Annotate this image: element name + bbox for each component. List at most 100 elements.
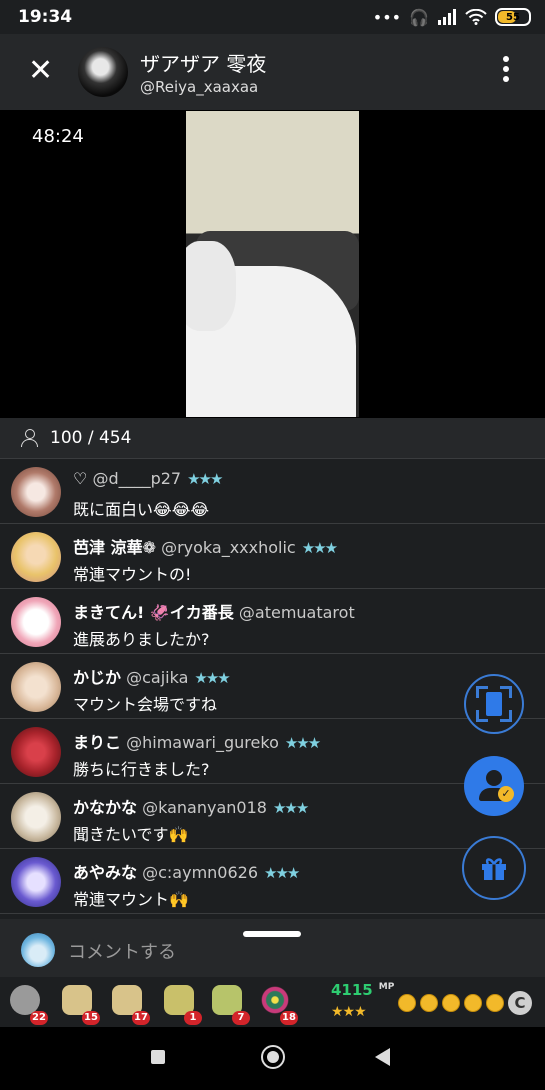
c-button[interactable]: C: [508, 991, 532, 1015]
more-vert-icon[interactable]: [501, 56, 511, 88]
commenter-handle: @d____p27: [92, 469, 182, 488]
comment-item: まりこ @himawari_gureko ★★★ 勝ちに行きました?: [0, 719, 545, 784]
coin-icon: [486, 994, 504, 1012]
gift-item[interactable]: 1: [162, 983, 202, 1025]
more-dots-icon: •••: [372, 7, 402, 27]
viewer-count: 100 / 454: [50, 428, 132, 448]
gift-count-badge: 7: [232, 1011, 250, 1025]
comment-input[interactable]: コメントする: [68, 938, 176, 964]
gift-item[interactable]: 17: [110, 983, 150, 1025]
comment-text: 聞きたいです🙌: [73, 825, 189, 844]
back-icon[interactable]: [375, 1048, 390, 1066]
commenter-avatar[interactable]: [11, 857, 61, 907]
coin-icon: [442, 994, 460, 1012]
commenter-avatar[interactable]: [11, 727, 61, 777]
commenter-handle: @ryoka_xxxholic: [161, 538, 296, 557]
coin-icon: [420, 994, 438, 1012]
gift-item[interactable]: 15: [60, 983, 100, 1025]
gift-icon: [482, 858, 506, 880]
commenter-handle: @kananyan018: [142, 798, 267, 817]
gift-bar: 22 15 17 1 7 18 4115 MP ★★★ C: [0, 977, 545, 1027]
gift-item[interactable]: 7: [210, 983, 250, 1025]
comment-item: かなかな @kananyan018 ★★★ 聞きたいです🙌: [0, 784, 545, 849]
headphones-icon: 🎧: [409, 7, 429, 27]
signal-icon: [438, 9, 456, 25]
rank-stars-icon: ★★★: [187, 470, 223, 488]
gift-count-badge: 22: [30, 1011, 48, 1025]
status-time: 19:34: [18, 7, 73, 27]
comment-item: ♡ @d____p27 ★★★ 既に面白い😂😂😂: [0, 459, 545, 524]
wifi-icon: [465, 9, 487, 25]
comment-text: 既に面白い😂😂😂: [73, 500, 210, 519]
rank-stars-icon: ★★★: [284, 734, 321, 752]
mp-stars-icon: ★★★: [331, 1004, 367, 1020]
gift-count-badge: 18: [280, 1011, 298, 1025]
commenter-handle: @himawari_gureko: [126, 733, 279, 752]
comment-item: 芭津 涼華❁ @ryoka_xxxholic ★★★ 常連マウントの!: [0, 524, 545, 589]
commenter-handle: @cajika: [126, 668, 189, 687]
close-icon[interactable]: ✕: [28, 56, 60, 88]
streamer-avatar[interactable]: [78, 47, 128, 97]
phone-frame-icon: [486, 692, 502, 716]
comment-text: 常連マウントの!: [73, 565, 192, 584]
rank-stars-icon: ★★★: [301, 539, 338, 557]
commenter-avatar[interactable]: [11, 662, 61, 712]
status-bar: 19:34 ••• 🎧 55: [0, 0, 545, 34]
comment-item: かじか @cajika ★★★ マウント会場ですね: [0, 654, 545, 719]
video-player[interactable]: 48:24: [0, 110, 545, 418]
mp-points: 4115 MP: [331, 981, 394, 999]
user-check-icon: [486, 770, 502, 786]
comment-text: 勝ちに行きました?: [73, 760, 210, 779]
rank-stars-icon: ★★★: [264, 864, 300, 882]
comment-list[interactable]: ♡ @d____p27 ★★★ 既に面白い😂😂😂 芭津 涼華❁ @ryoka_xx…: [0, 459, 545, 919]
viewer-count-bar: 100 / 454: [0, 418, 545, 459]
commenter-handle: @c:aymn0626: [142, 863, 259, 882]
user-icon: [20, 429, 38, 447]
commenter-name: かなかな: [73, 798, 138, 817]
commenter-name: まきてん! 🦑イカ番長: [73, 603, 234, 622]
commenter-name: あやみな: [73, 863, 138, 882]
commenter-name: ♡: [73, 469, 88, 488]
gift-item[interactable]: 22: [8, 983, 48, 1025]
commenter-avatar[interactable]: [11, 792, 61, 842]
my-avatar: [21, 933, 55, 967]
commenter-avatar[interactable]: [11, 532, 61, 582]
coin-slots: [398, 994, 504, 1012]
stream-header: ✕ ザアザア 零夜 @Reiya_xaaxaa: [0, 34, 545, 110]
commenter-avatar[interactable]: [11, 467, 61, 517]
streamer-handle: @Reiya_xaaxaa: [140, 78, 259, 96]
gift-item[interactable]: 18: [258, 983, 298, 1025]
mp-unit: MP: [378, 982, 395, 992]
commenter-avatar[interactable]: [11, 597, 61, 647]
follow-button[interactable]: ✓: [464, 756, 524, 816]
comment-text: 常連マウント🙌: [73, 890, 189, 909]
home-icon[interactable]: [261, 1045, 285, 1069]
comment-text: マウント会場ですね: [73, 695, 218, 714]
commenter-handle: @atemuatarot: [238, 603, 355, 622]
video-frame: [186, 111, 359, 417]
recents-icon[interactable]: [151, 1050, 165, 1064]
drag-handle[interactable]: [243, 931, 301, 937]
streamer-name[interactable]: ザアザア 零夜: [140, 48, 266, 77]
gift-button[interactable]: [462, 836, 526, 900]
gift-count-badge: 1: [184, 1011, 202, 1025]
commenter-name: まりこ: [73, 733, 122, 752]
commenter-name: 芭津 涼華❁: [73, 538, 156, 557]
elapsed-time: 48:24: [32, 126, 84, 147]
screen-rotate-button[interactable]: [464, 674, 524, 734]
coin-icon: [464, 994, 482, 1012]
rank-stars-icon: ★★★: [272, 799, 309, 817]
coin-icon: [398, 994, 416, 1012]
system-nav-bar: [0, 1027, 545, 1090]
gift-count-badge: 17: [132, 1011, 150, 1025]
status-icons: ••• 🎧 55: [373, 6, 531, 28]
gift-count-badge: 15: [82, 1011, 100, 1025]
comment-text: 進展ありましたか?: [73, 630, 210, 649]
battery-level: 55: [506, 11, 520, 23]
commenter-name: かじか: [73, 668, 122, 687]
comment-item: まきてん! 🦑イカ番長 @atemuatarot 進展ありましたか?: [0, 589, 545, 654]
mp-value: 4115: [331, 981, 373, 999]
battery-icon: 55: [495, 8, 531, 26]
rank-stars-icon: ★★★: [194, 669, 230, 687]
comment-input-bar: コメントする: [0, 919, 545, 977]
